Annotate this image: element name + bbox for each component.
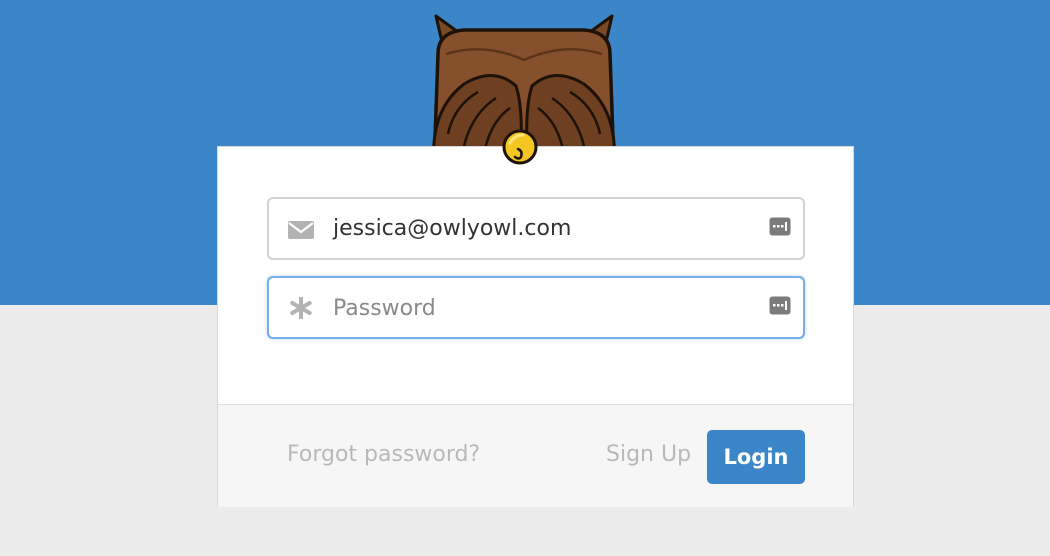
login-card: jessica@owlyowl.com Forgot password? Sig… xyxy=(217,146,854,507)
login-form: jessica@owlyowl.com xyxy=(218,147,853,405)
sign-up-link[interactable]: Sign Up xyxy=(606,442,691,467)
envelope-icon xyxy=(288,221,314,239)
asterisk-icon xyxy=(290,297,312,319)
login-button[interactable]: Login xyxy=(707,430,805,484)
forgot-password-link[interactable]: Forgot password? xyxy=(287,442,480,467)
password-keyboard-icon[interactable] xyxy=(769,296,791,315)
email-value: jessica@owlyowl.com xyxy=(333,216,572,241)
password-input[interactable] xyxy=(333,290,753,326)
password-field[interactable] xyxy=(267,276,805,339)
bell-icon xyxy=(502,129,538,165)
password-keyboard-icon[interactable] xyxy=(769,217,791,236)
email-field[interactable]: jessica@owlyowl.com xyxy=(267,197,805,260)
login-footer: Forgot password? Sign Up Login xyxy=(218,404,853,507)
